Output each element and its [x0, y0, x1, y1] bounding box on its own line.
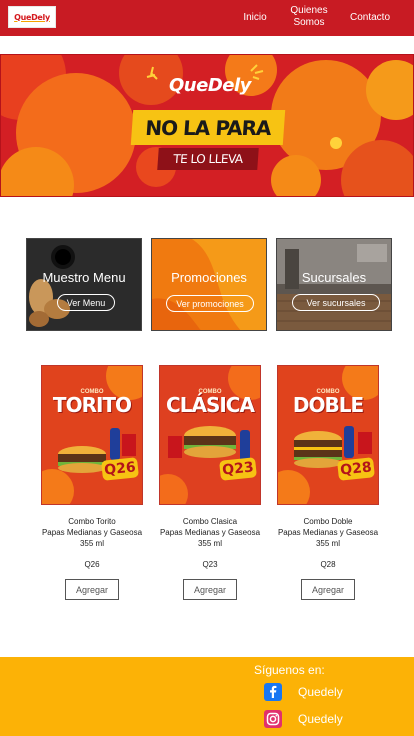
category-card-promociones[interactable]: Promociones Ver promociones — [151, 238, 267, 331]
price-tag: Q28 — [337, 457, 375, 481]
product-size: 355 ml — [315, 539, 340, 548]
product-description: Papas Medianas y Gaseosa — [277, 528, 379, 537]
product-card-torito: COMBO TORITO Q26 Combo Torito Papas Medi… — [41, 365, 143, 600]
instagram-link[interactable]: Quedely — [298, 712, 343, 726]
instagram-icon[interactable] — [264, 710, 282, 728]
nav-contacto[interactable]: Contacto — [344, 12, 396, 24]
category-card-sucursales[interactable]: Sucursales Ver sucursales — [276, 238, 392, 331]
brand-logo[interactable]: QueDely — [8, 6, 56, 28]
hero-headline: NO LA PARA — [144, 115, 272, 140]
product-image[interactable]: COMBO TORITO Q26 — [41, 365, 143, 505]
category-card-menu[interactable]: Muestro Menu Ver Menu — [26, 238, 142, 331]
facebook-icon[interactable] — [264, 683, 282, 701]
ver-menu-button[interactable]: Ver Menu — [57, 294, 115, 311]
top-navbar: QueDely Inicio Quienes Somos Contacto — [0, 0, 414, 36]
product-name: Combo Doble — [303, 517, 353, 526]
hero-subline: TE LO LLEVA — [172, 152, 244, 166]
category-title: Sucursales — [301, 270, 367, 285]
branches-card-image — [277, 239, 391, 330]
product-info: Combo Doble Papas Medianas y Gaseosa 355… — [258, 516, 398, 549]
burger-illustration — [42, 366, 142, 504]
social-facebook[interactable]: Quedely — [264, 683, 343, 701]
social-instagram[interactable]: Quedely — [264, 710, 343, 728]
hero-headline-plate: NO LA PARA — [130, 110, 286, 145]
combo-banner: DOBLE — [292, 393, 364, 417]
product-image[interactable]: COMBO CLÁSICA Q23 — [159, 365, 261, 505]
product-price: Q26 — [84, 560, 100, 569]
ver-promociones-button[interactable]: Ver promociones — [166, 295, 254, 312]
price-tag: Q23 — [219, 457, 257, 481]
hero-subline-plate: TE LO LLEVA — [157, 148, 259, 170]
price-tag: Q26 — [101, 457, 139, 481]
category-title: Muestro Menu — [42, 270, 126, 285]
category-title: Promociones — [171, 270, 247, 285]
product-card-doble: COMBO DOBLE Q28 Combo Doble Papas Median… — [277, 365, 379, 600]
follow-us-label: Síguenos en: — [254, 663, 325, 677]
nav-quienes-somos[interactable]: Quienes Somos — [284, 5, 334, 29]
brand-logo-text: QueDely — [14, 12, 50, 22]
agregar-button[interactable]: Agregar — [301, 579, 355, 600]
footer: Síguenos en: Quedely Quedely — [0, 657, 414, 736]
burger-illustration — [278, 366, 378, 504]
promo-card-image — [152, 239, 266, 330]
product-card-clasica: COMBO CLÁSICA Q23 Combo Clasica Papas Me… — [159, 365, 261, 600]
hero-banner: QueDely NO LA PARA TE LO LLEVA — [0, 54, 414, 197]
agregar-button[interactable]: Agregar — [65, 579, 119, 600]
combo-banner: TORITO — [52, 393, 132, 417]
hero-logo: QueDely — [169, 75, 251, 96]
facebook-link[interactable]: Quedely — [298, 685, 343, 699]
ver-sucursales-button[interactable]: Ver sucursales — [292, 294, 380, 311]
product-price: Q23 — [202, 560, 218, 569]
product-price: Q28 — [320, 560, 336, 569]
nav-inicio[interactable]: Inicio — [236, 12, 274, 24]
product-image[interactable]: COMBO DOBLE Q28 — [277, 365, 379, 505]
combo-banner: CLÁSICA — [166, 393, 255, 417]
menu-card-image — [27, 239, 141, 330]
burger-illustration — [160, 366, 260, 504]
agregar-button[interactable]: Agregar — [183, 579, 237, 600]
